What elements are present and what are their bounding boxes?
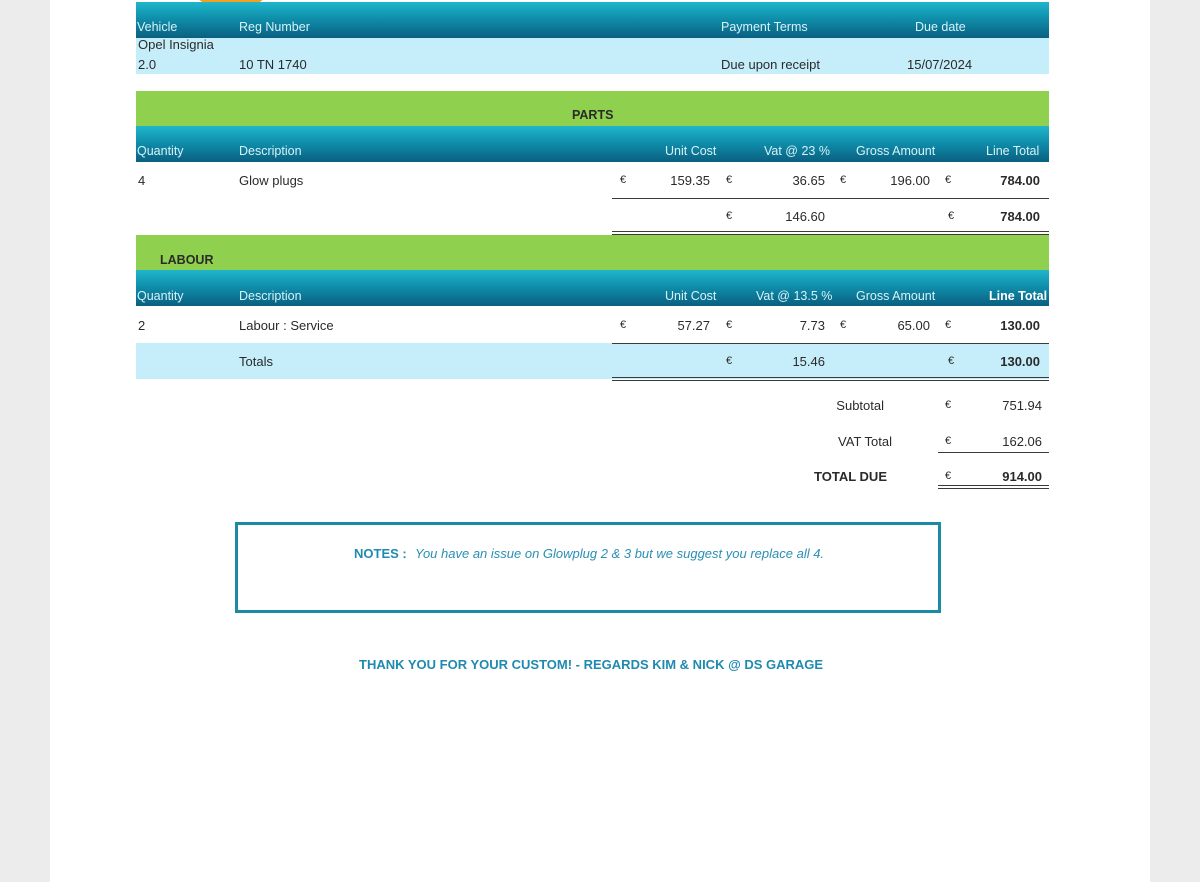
currency-symbol: € xyxy=(948,210,955,222)
parts-total-line-total: 784.00 xyxy=(1000,209,1040,224)
parts-row-quantity: 4 xyxy=(138,173,146,188)
payment-terms-value: Due upon receipt xyxy=(721,57,821,72)
parts-row-unit-cost: 159.35 xyxy=(670,173,710,188)
divider xyxy=(612,198,1049,199)
labour-section-bar: LABOUR xyxy=(136,235,1049,270)
labour-totals-label: Totals xyxy=(239,354,273,369)
vat-total-value: 162.06 xyxy=(1002,434,1042,449)
currency-symbol: € xyxy=(620,319,627,331)
labour-row-quantity: 2 xyxy=(138,318,146,333)
parts-section-bar: PARTS xyxy=(136,91,1049,126)
currency-symbol: € xyxy=(945,435,952,447)
currency-symbol: € xyxy=(945,319,952,331)
labour-header-bar: Quantity Description Unit Cost Vat @ 13.… xyxy=(136,270,1049,306)
parts-gross-header: Gross Amount xyxy=(856,144,936,158)
labour-row-unit-cost: 57.27 xyxy=(677,318,710,333)
currency-symbol: € xyxy=(726,174,733,186)
currency-symbol: € xyxy=(945,174,952,186)
parts-unit-cost-header: Unit Cost xyxy=(665,144,717,158)
currency-symbol: € xyxy=(840,174,847,186)
currency-symbol: € xyxy=(726,210,733,222)
currency-symbol: € xyxy=(945,399,952,411)
labour-row-gross: 65.00 xyxy=(897,318,930,333)
reg-number-header: Reg Number xyxy=(239,20,310,34)
info-header-bar: Vehicle Reg Number Payment Terms Due dat… xyxy=(136,2,1049,38)
labour-vat-header: Vat @ 13.5 % xyxy=(756,289,833,303)
parts-total-vat: 146.60 xyxy=(785,209,825,224)
labour-row-line-total: 130.00 xyxy=(1000,318,1040,333)
thank-you-message: THANK YOU FOR YOUR CUSTOM! - REGARDS KIM… xyxy=(359,657,824,672)
parts-vat-header: Vat @ 23 % xyxy=(764,144,830,158)
notes-text: You have an issue on Glowplug 2 & 3 but … xyxy=(415,546,825,561)
parts-title: PARTS xyxy=(572,108,614,122)
labour-total-line-total: 130.00 xyxy=(1000,354,1040,369)
divider xyxy=(612,343,1049,344)
divider xyxy=(938,452,1049,453)
subtotal-label: Subtotal xyxy=(836,398,884,413)
currency-symbol: € xyxy=(726,355,733,367)
parts-row-description: Glow plugs xyxy=(239,173,304,188)
parts-header-bar: Quantity Description Unit Cost Vat @ 23 … xyxy=(136,126,1049,162)
currency-symbol: € xyxy=(726,319,733,331)
reg-number-value: 10 TN 1740 xyxy=(239,57,307,72)
currency-symbol: € xyxy=(620,174,627,186)
vehicle-header: Vehicle xyxy=(137,20,178,34)
due-date-value: 15/07/2024 xyxy=(907,57,973,72)
parts-row-vat: 36.65 xyxy=(792,173,825,188)
total-due-label: TOTAL DUE xyxy=(814,469,887,484)
labour-total-vat: 15.46 xyxy=(792,354,825,369)
notes-label: NOTES : xyxy=(354,546,407,561)
currency-symbol: € xyxy=(948,355,955,367)
parts-row-gross: 196.00 xyxy=(890,173,930,188)
labour-gross-header: Gross Amount xyxy=(856,289,936,303)
payment-terms-header: Payment Terms xyxy=(721,20,808,34)
parts-row-line-total: 784.00 xyxy=(1000,173,1040,188)
vat-total-label: VAT Total xyxy=(838,434,892,449)
currency-symbol: € xyxy=(945,470,952,482)
parts-description-header: Description xyxy=(239,144,302,158)
notes-box xyxy=(235,522,941,613)
labour-row-vat: 7.73 xyxy=(799,318,825,333)
double-underline xyxy=(938,485,1049,489)
subtotal-value: 751.94 xyxy=(1002,398,1042,413)
double-underline xyxy=(612,377,1049,381)
labour-quantity-header: Quantity xyxy=(137,289,184,303)
labour-unit-cost-header: Unit Cost xyxy=(665,289,717,303)
due-date-header: Due date xyxy=(915,20,966,34)
vehicle-engine: 2.0 xyxy=(138,57,157,72)
vehicle-model: Opel Insignia xyxy=(138,37,214,52)
labour-row-description: Labour : Service xyxy=(239,318,334,333)
labour-description-header: Description xyxy=(239,289,302,303)
labour-title: LABOUR xyxy=(160,253,214,267)
labour-line-total-header: Line Total xyxy=(989,289,1048,303)
currency-symbol: € xyxy=(840,319,847,331)
parts-line-total-header: Line Total xyxy=(986,144,1040,158)
parts-quantity-header: Quantity xyxy=(137,144,184,158)
total-due-value: 914.00 xyxy=(1002,469,1042,484)
